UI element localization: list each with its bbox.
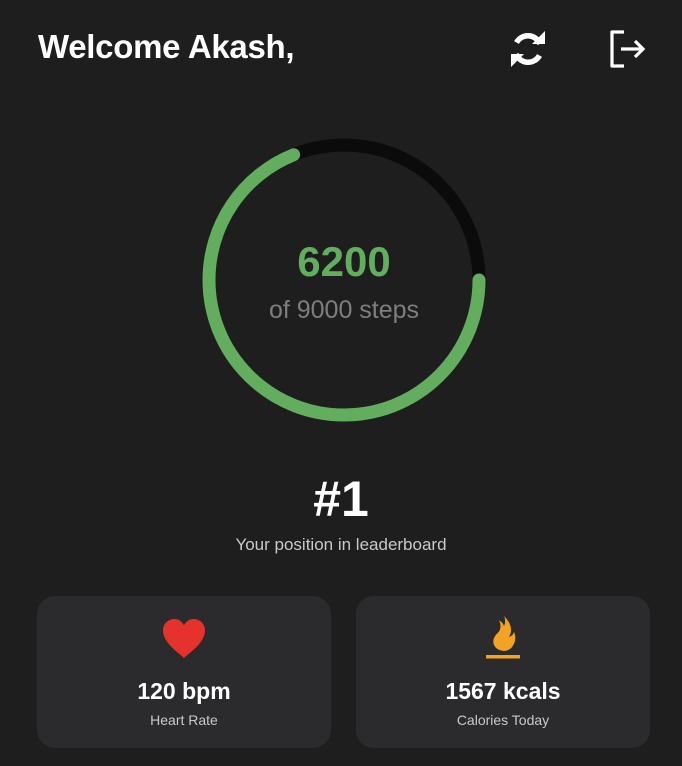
leaderboard-label: Your position in leaderboard: [235, 535, 447, 554]
heart-icon-wrap: [37, 614, 331, 662]
heart-rate-label: Heart Rate: [150, 712, 218, 728]
heart-icon: [163, 619, 205, 658]
flame-icon: [486, 616, 520, 659]
calories-card[interactable]: 1567 kcals Calories Today: [356, 596, 650, 748]
leaderboard-rank: #1: [313, 471, 369, 527]
calories-value: 1567 kcals: [445, 678, 561, 704]
calories-label: Calories Today: [456, 712, 550, 728]
steps-goal: of 9000 steps: [268, 296, 420, 324]
refresh-icon: [511, 31, 545, 67]
welcome-title: Welcome Akash,: [38, 28, 295, 65]
steps-count: 6200: [297, 238, 391, 285]
flame-icon-wrap: [356, 614, 650, 662]
logout-icon: [610, 30, 646, 68]
heart-rate-value: 120 bpm: [137, 678, 231, 704]
heart-rate-card[interactable]: 120 bpm Heart Rate: [37, 596, 331, 748]
logout-button[interactable]: [603, 24, 653, 74]
app-header: Welcome Akash,: [0, 0, 682, 100]
refresh-button[interactable]: [503, 24, 553, 74]
steps-progress-ring: 6200 of 9000 steps: [196, 132, 492, 428]
